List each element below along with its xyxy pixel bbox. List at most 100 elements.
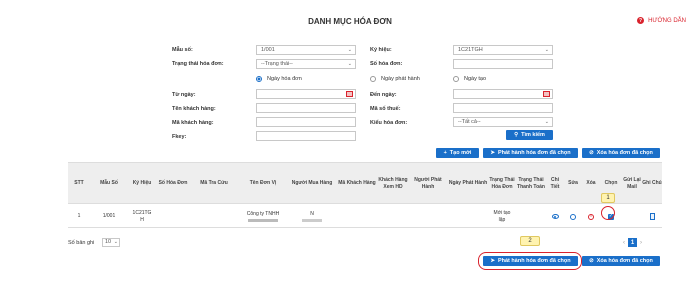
radio-checked-icon [256,76,262,82]
calendar-icon[interactable] [543,91,550,97]
chevron-down-icon: ⌄ [113,239,118,245]
fkey-label: Fkey: [172,134,187,140]
page-size-select[interactable]: 10 ⌄ [102,238,120,247]
cell-ma-tra-cuu [190,204,238,229]
th-gui-lai-mail: Gửi Lại Mail [623,177,641,190]
step-2-highlight-ring [478,252,582,270]
radio-unchecked-icon [370,76,376,82]
cell-khach-hang-xem-hd [378,204,408,229]
cell-nguoi-mua-hang: N [288,204,336,229]
th-stt: STT [74,180,84,187]
prev-page-icon[interactable]: ‹ [623,240,625,246]
eye-icon[interactable] [551,214,559,219]
pagination: ‹ 1 › [623,238,642,247]
edit-icon[interactable] [570,213,576,220]
help-icon: ? [637,17,645,24]
radio-ngay-tao[interactable]: Ngày tạo [453,76,486,82]
ma-so-thue-input[interactable] [453,103,553,113]
th-trang-thai-hoa-don: Trạng Thái Hóa Đơn [489,177,515,190]
cell-trang-thai-thanh-toan [516,204,546,229]
search-icon: ⚲ [514,132,519,138]
cell-chi-tiet[interactable] [546,204,564,229]
redacted-bar [248,218,278,222]
ten-don-vi-text: Công ty TNHH [246,211,280,218]
issue-selected-button[interactable]: ➤ Phát hành hóa đơn đã chọn [483,148,578,158]
ky-hieu-value: 1C21TGH [458,47,483,53]
mau-so-select[interactable]: 1/001 ⌄ [256,45,356,55]
kieu-hoa-don-label: Kiểu hóa đơn: [370,120,408,126]
th-chi-tiet: Chi Tiết [550,177,560,190]
th-sua: Sửa [568,180,578,187]
kieu-hoa-don-value: --Tất cả-- [458,119,481,125]
den-ngay-input[interactable] [453,89,553,99]
issue-selected-label: Phát hành hóa đơn đã chọn [497,150,571,156]
cell-ten-don-vi: Công ty TNHH [238,204,288,229]
calendar-icon[interactable] [346,91,353,97]
cell-ma-khach-hang [336,204,378,229]
help-link[interactable]: ? HƯỚNG DẪN [637,17,686,24]
ma-so-thue-label: Mã số thuế: [370,106,401,112]
search-button-label: Tìm kiếm [521,132,545,138]
th-so-hoa-don: Số Hóa Đơn [158,180,188,187]
mau-so-value: 1/001 [261,47,275,53]
radio-label: Ngày phát hành [381,76,420,82]
tu-ngay-input[interactable] [256,89,356,99]
cell-ky-hieu: 1C21TGH [132,210,152,223]
step-1-callout: 1 [601,193,615,203]
step-1-highlight-ring [601,206,615,220]
table-row: 1 1/001 1C21TGH Công ty TNHH N Mới tạo l… [68,203,662,228]
mau-so-label: Mẫu số: [172,47,193,53]
cell-xoa[interactable]: × [582,204,600,229]
next-page-icon[interactable]: › [640,240,642,246]
cell-gui-lai-mail [622,204,642,229]
ma-khach-hang-input[interactable] [256,117,356,127]
tu-ngay-label: Từ ngày: [172,92,196,98]
ma-khach-hang-label: Mã khách hàng: [172,120,214,126]
radio-label: Ngày hóa đơn [267,76,302,82]
th-nguoi-phat-hanh: Người Phát Hành [414,177,442,190]
create-button-label: Tạo mới [449,150,472,156]
search-button[interactable]: ⚲ Tìm kiếm [506,130,553,140]
th-ma-khach-hang: Mã Khách Hàng [338,180,376,187]
radio-label: Ngày tạo [464,76,487,82]
cell-trang-thai-hoa-don: Mới tạo lập [493,210,511,223]
delete-icon: ⊘ [589,258,594,264]
page-current[interactable]: 1 [628,238,637,247]
cell-so-hoa-don [156,204,190,229]
delete-selected-button[interactable]: ⊘ Xóa hóa đơn đã chọn [582,148,660,158]
chevron-down-icon: ⌄ [544,119,549,125]
kieu-hoa-don-select[interactable]: --Tất cả-- ⌄ [453,117,553,127]
ky-hieu-label: Ký hiệu: [370,47,392,53]
th-ma-tra-cuu: Mã Tra Cứu [200,180,228,187]
delete-selected-button-bottom[interactable]: ⊘ Xóa hóa đơn đã chọn [582,256,660,266]
table-header: STT Mẫu Số Ký Hiệu Số Hóa Đơn Mã Tra Cứu… [68,162,662,203]
chevron-down-icon: ⌄ [544,47,549,53]
radio-unchecked-icon [453,76,459,82]
page-title: DANH MỤC HÓA ĐƠN [308,17,392,26]
radio-ngay-hoa-don[interactable]: Ngày hóa đơn [256,76,302,82]
chevron-down-icon: ⌄ [347,47,352,53]
fkey-input[interactable] [256,131,356,141]
th-xoa: Xóa [586,180,596,187]
th-ngay-phat-hanh: Ngày Phát Hành [448,180,488,187]
ten-khach-hang-input[interactable] [256,103,356,113]
cell-sua[interactable] [564,204,582,229]
note-icon[interactable] [649,213,655,220]
trang-thai-select[interactable]: --Trạng thái-- ⌄ [256,59,356,69]
delete-icon: ⊘ [589,150,594,156]
create-button[interactable]: + Tạo mới [436,148,479,158]
cell-ngay-phat-hanh [448,204,488,229]
th-nguoi-mua-hang: Người Mua Hàng [291,180,333,187]
radio-ngay-phat-hanh[interactable]: Ngày phát hành [370,76,420,82]
th-ten-don-vi: Tên Đơn Vị [249,180,277,187]
plus-icon: + [443,150,447,156]
so-hoa-don-label: Số hóa đơn: [370,61,403,67]
ky-hieu-select[interactable]: 1C21TGH ⌄ [453,45,553,55]
cell-ghi-chu[interactable] [642,204,662,229]
delete-selected-label: Xóa hóa đơn đã chọn [596,150,653,156]
th-mau-so: Mẫu Số [100,180,118,187]
delete-icon[interactable]: × [588,213,594,220]
so-hoa-don-input[interactable] [453,59,553,69]
cell-mau-so: 1/001 [102,213,116,220]
th-ky-hieu: Ký Hiệu [132,180,152,187]
